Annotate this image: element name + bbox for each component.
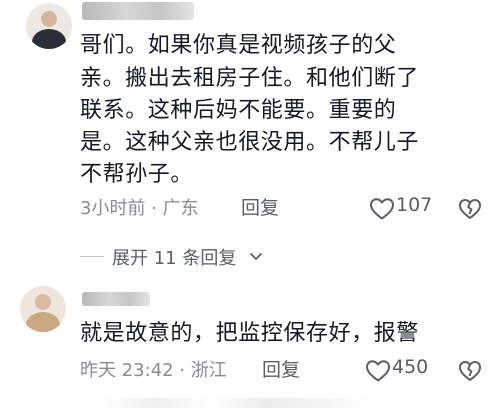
next-comment-peek <box>100 398 380 408</box>
avatar-body <box>32 29 66 49</box>
comment-item: 哥们。如果你真是视频孩子的父 亲。搬出去租房子住。和他们断了 联系。这种后妈不能… <box>0 0 500 269</box>
comment-text-line: 就是故意的，把监控保存好，报警 <box>80 321 420 346</box>
avatar-face <box>41 11 57 27</box>
comment-text-line: 是。这种父亲也很没用。不帮儿子 <box>80 130 420 155</box>
broken-heart-icon[interactable] <box>458 359 482 383</box>
comment-item: 就是故意的，把监控保存好，报警 昨天 23:42 · 浙江 回复 450 <box>0 280 500 390</box>
avatar[interactable] <box>20 286 66 332</box>
avatar-face <box>35 294 51 310</box>
comment-meta: 3小时前 · 广东 <box>80 198 199 219</box>
expand-replies-button[interactable]: 展开 11 条回复 <box>80 243 280 269</box>
expand-divider <box>80 256 104 257</box>
comment-text-line: 不帮孙子。 <box>80 162 194 187</box>
avatar[interactable] <box>26 3 72 49</box>
like-count: 107 <box>396 194 433 216</box>
reply-button[interactable]: 回复 <box>262 355 300 382</box>
comment-text-line: 哥们。如果你真是视频孩子的父 <box>80 33 397 58</box>
broken-heart-icon[interactable] <box>458 197 482 221</box>
avatar-body <box>26 312 60 332</box>
heart-outline-icon[interactable] <box>365 359 391 383</box>
chevron-down-icon <box>250 253 262 260</box>
comment-text-line: 亲。搬出去租房子住。和他们断了 <box>80 66 420 91</box>
expand-replies-label: 展开 11 条回复 <box>112 248 237 269</box>
username-blurred[interactable] <box>82 292 150 306</box>
comment-meta: 昨天 23:42 · 浙江 <box>80 360 227 381</box>
reply-button[interactable]: 回复 <box>241 193 279 220</box>
like-count: 450 <box>392 356 429 378</box>
heart-outline-icon[interactable] <box>369 197 395 221</box>
comment-text-line: 联系。这种后妈不能要。重要的 <box>80 98 397 123</box>
username-blurred[interactable] <box>82 2 194 20</box>
